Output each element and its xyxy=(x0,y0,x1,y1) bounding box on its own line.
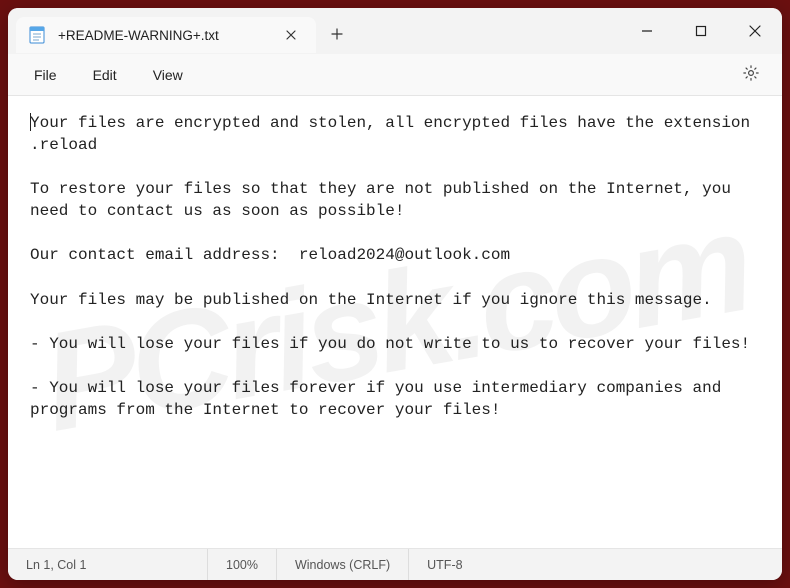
tab-title: +README-WARNING+.txt xyxy=(58,28,268,43)
menu-view[interactable]: View xyxy=(135,61,201,89)
status-line-ending: Windows (CRLF) xyxy=(277,549,409,580)
settings-button[interactable] xyxy=(734,58,768,92)
tab-strip: +README-WARNING+.txt xyxy=(8,8,620,54)
gear-icon xyxy=(742,64,760,85)
status-encoding: UTF-8 xyxy=(409,549,480,580)
titlebar: +README-WARNING+.txt xyxy=(8,8,782,54)
menu-file[interactable]: File xyxy=(16,61,75,89)
new-tab-button[interactable] xyxy=(320,17,354,51)
window-controls xyxy=(620,8,782,54)
status-zoom[interactable]: 100% xyxy=(208,549,277,580)
close-tab-button[interactable] xyxy=(280,24,302,46)
text-caret xyxy=(30,113,31,131)
document-text: Your files are encrypted and stolen, all… xyxy=(30,114,760,419)
menu-edit[interactable]: Edit xyxy=(75,61,135,89)
tab-active[interactable]: +README-WARNING+.txt xyxy=(16,17,316,53)
status-position: Ln 1, Col 1 xyxy=(8,549,208,580)
notepad-window: +README-WARNING+.txt File Edit View xyxy=(8,8,782,580)
menubar: File Edit View xyxy=(8,54,782,96)
maximize-button[interactable] xyxy=(674,8,728,54)
statusbar: Ln 1, Col 1 100% Windows (CRLF) UTF-8 xyxy=(8,548,782,580)
close-window-button[interactable] xyxy=(728,8,782,54)
notepad-icon xyxy=(28,26,46,44)
minimize-button[interactable] xyxy=(620,8,674,54)
text-editor[interactable]: Your files are encrypted and stolen, all… xyxy=(8,96,782,548)
